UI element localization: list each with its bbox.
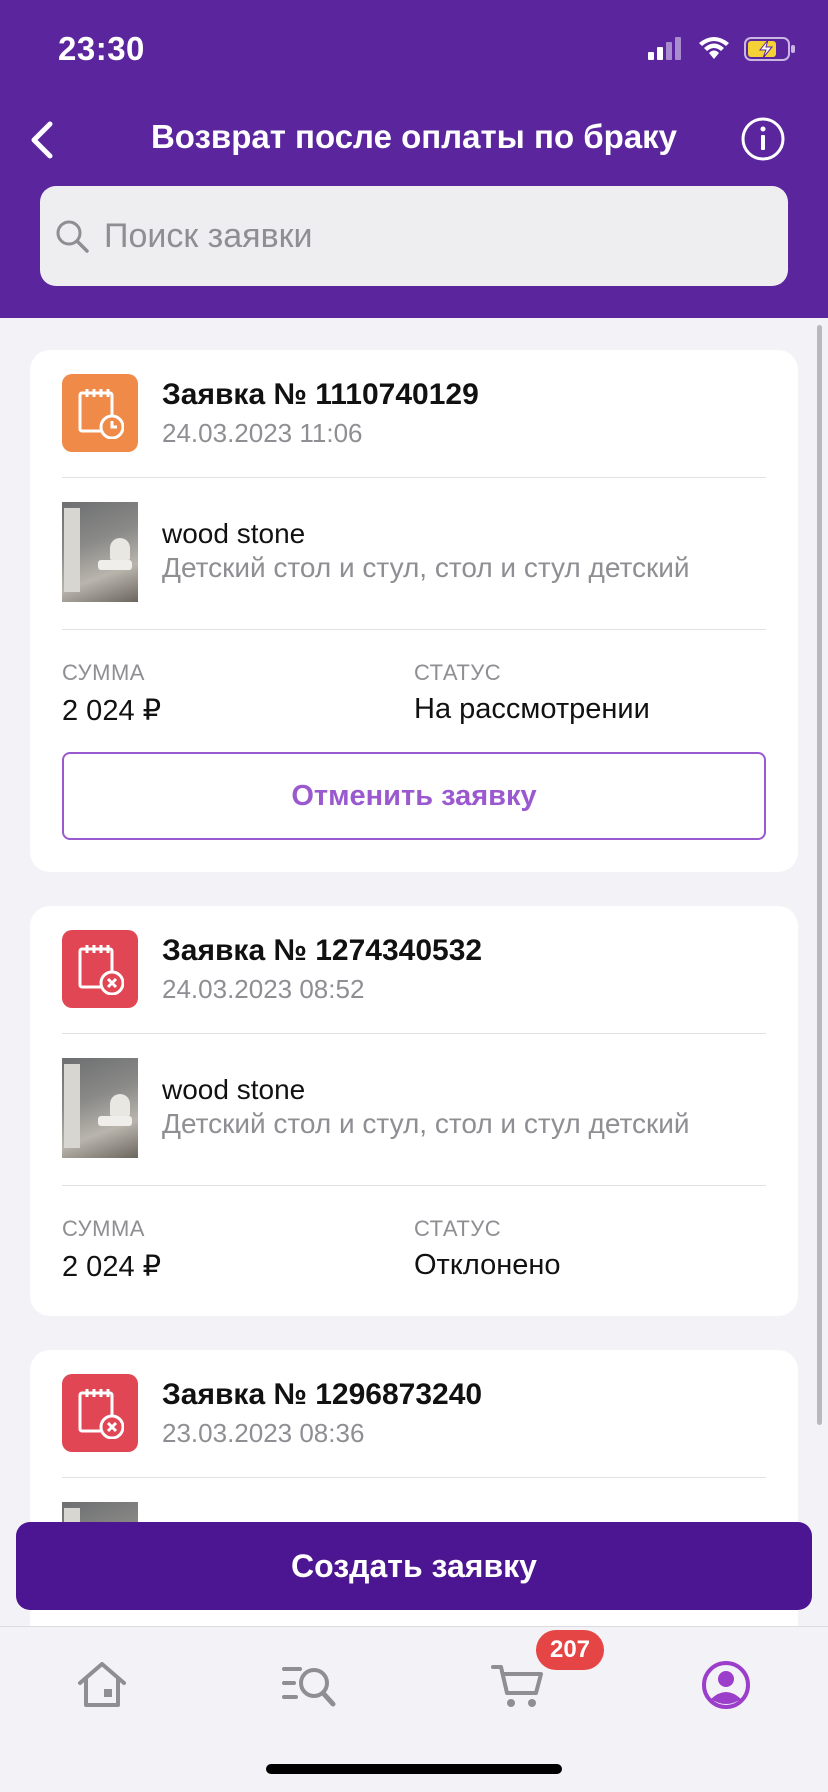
divider	[62, 477, 766, 478]
divider	[62, 1033, 766, 1034]
request-header: Заявка № 1274340532 24.03.2023 08:52	[62, 930, 766, 1022]
request-number: Заявка № 1296873240	[162, 1378, 483, 1411]
divider	[62, 629, 766, 630]
product-name: Детский стол и стул, стол и стул детский	[162, 552, 690, 583]
status-value: На рассмотрении	[414, 693, 650, 725]
header: 23:30 Возврат после оплаты по браку Поис…	[0, 0, 828, 318]
request-date: 24.03.2023 08:52	[162, 974, 365, 1004]
search-input[interactable]: Поиск заявки	[40, 186, 788, 286]
sum-value: 2 024 ₽	[62, 695, 162, 727]
request-header: Заявка № 1110740129 24.03.2023 11:06	[62, 374, 766, 466]
status-icons	[648, 36, 796, 62]
requests-list: Заявка № 1110740129 24.03.2023 11:06 woo…	[0, 318, 828, 1628]
sum-value: 2 024 ₽	[62, 1251, 162, 1283]
status-label: СТАТУС	[414, 1216, 502, 1241]
home-indicator[interactable]	[266, 1764, 562, 1774]
info-button[interactable]	[740, 116, 786, 162]
request-number: Заявка № 1274340532	[162, 934, 483, 967]
rejected-document-icon	[62, 930, 138, 1008]
product-image	[62, 1058, 138, 1158]
page-title: Возврат после оплаты по браку	[150, 118, 678, 155]
search-icon	[56, 220, 89, 253]
status-value: Отклонено	[414, 1249, 561, 1281]
create-request-button[interactable]: Создать заявку	[16, 1522, 812, 1610]
cancel-request-button[interactable]: Отменить заявку	[62, 752, 766, 840]
info-icon	[741, 117, 785, 161]
request-header: Заявка № 1296873240 23.03.2023 08:36	[62, 1374, 766, 1466]
request-card[interactable]: Заявка № 1274340532 24.03.2023 08:52 woo…	[30, 906, 798, 1316]
divider	[62, 1185, 766, 1186]
sum-label: СУММА	[62, 660, 145, 685]
cart-icon	[491, 1665, 543, 1707]
signal-icon	[648, 37, 681, 60]
request-number: Заявка № 1110740129	[162, 378, 479, 411]
search-placeholder: Поиск заявки	[104, 216, 313, 255]
tab-profile[interactable]	[694, 1653, 758, 1717]
scrollbar[interactable]	[817, 325, 822, 1425]
request-date: 23.03.2023 08:36	[162, 1418, 365, 1448]
request-card[interactable]: Заявка № 1110740129 24.03.2023 11:06 woo…	[30, 350, 798, 872]
product-image	[62, 502, 138, 602]
tab-home[interactable]	[70, 1653, 134, 1717]
divider	[62, 1477, 766, 1478]
sum-label: СУММА	[62, 1216, 145, 1241]
tab-catalog[interactable]	[278, 1653, 342, 1717]
product-brand: wood stone	[162, 518, 306, 549]
product-name: Детский стол и стул, стол и стул детский	[162, 1108, 690, 1139]
catalog-search-icon	[282, 1667, 336, 1707]
battery-icon	[744, 37, 795, 61]
product-brand: wood stone	[162, 1074, 306, 1105]
clock-document-icon	[62, 374, 138, 452]
status-time: 23:30	[58, 30, 145, 67]
request-date: 24.03.2023 11:06	[162, 418, 363, 448]
status-label: СТАТУС	[414, 660, 502, 685]
wifi-icon	[699, 37, 729, 59]
profile-icon	[702, 1661, 750, 1709]
home-icon	[78, 1662, 126, 1707]
rejected-document-icon	[62, 1374, 138, 1452]
cart-badge: 207	[536, 1630, 604, 1670]
